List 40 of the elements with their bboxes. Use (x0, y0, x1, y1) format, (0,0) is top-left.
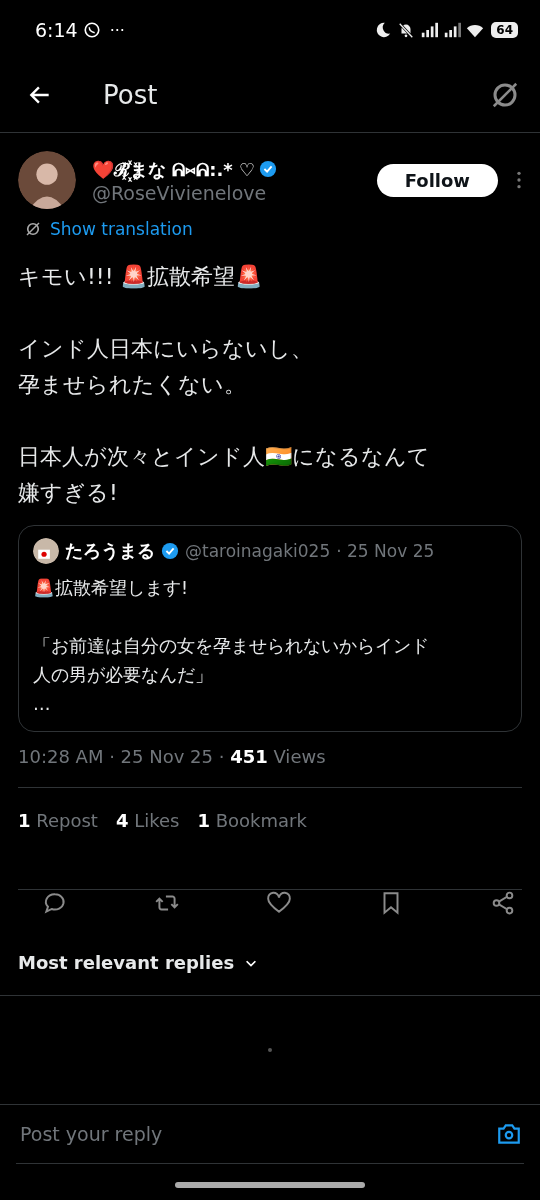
user-handle[interactable]: @RoseVivienelove (92, 181, 377, 204)
follow-button[interactable]: Follow (376, 163, 498, 197)
post-text: 日本人が次々とインド人🇮🇳になるなんて (18, 443, 430, 471)
reply-icon[interactable] (42, 890, 68, 916)
post-date: · 25 Nov 25 (336, 541, 435, 561)
engagement-count[interactable]: 1 Bookmark (197, 810, 307, 831)
reply-input-field[interactable]: Post your reply (18, 1122, 496, 1146)
signal-icon (443, 21, 462, 39)
share-icon[interactable] (490, 890, 516, 916)
camera-icon[interactable] (496, 1121, 522, 1147)
user-handle: @taroinagaki025 (185, 541, 331, 561)
post-text: 嫌すぎる! (18, 479, 118, 507)
quoted-post-card[interactable]: たろうまる @taroinagaki025 · 25 Nov 25 🚨拡散希望します! 「お前達は自分の女を孕ませられないからインド 人の男が必要なんだ」 … (18, 525, 522, 732)
loading-indicator (268, 1048, 272, 1052)
more-options-icon[interactable] (516, 170, 522, 190)
avatar (33, 538, 59, 564)
quoted-text: 人の男が必要なんだ」 (33, 664, 213, 687)
clock: 6:14 (35, 19, 78, 41)
muted-bell-icon (397, 21, 416, 39)
more-notifications: ··· (109, 20, 125, 40)
post-text: インド人日本にいらないし、 (18, 335, 313, 363)
translate-icon[interactable] (490, 80, 520, 110)
translate-icon (24, 220, 42, 238)
page-title: Post (103, 80, 158, 110)
avatar[interactable] (18, 151, 76, 209)
heart-icon[interactable] (266, 890, 292, 916)
sort-replies-dropdown[interactable]: Most relevant replies (18, 946, 259, 995)
display-name: たろうまる (65, 539, 155, 563)
post-text: キモい!!! 🚨拡散希望🚨 (18, 263, 263, 291)
post-text: 孕ませられたくない。 (18, 371, 246, 399)
quoted-text: 🚨拡散希望します! (33, 577, 188, 600)
battery-indicator: 64 (491, 22, 518, 38)
quoted-text: … (33, 693, 51, 716)
post-timestamp: 10:28 AM · 25 Nov 25 · 451 Views (18, 746, 326, 767)
signal-icon (420, 21, 439, 39)
quoted-text: 「お前達は自分の女を孕ませられないからインド (33, 635, 429, 658)
engagement-count[interactable]: 1 Repost (18, 810, 98, 831)
show-translation-link[interactable]: Show translation (50, 219, 193, 239)
display-name[interactable]: ❤ℛ꙰まな ᕱ⑅ᕱ:.* ♡ (92, 156, 256, 182)
engagement-count[interactable]: 4 Likes (115, 810, 180, 831)
